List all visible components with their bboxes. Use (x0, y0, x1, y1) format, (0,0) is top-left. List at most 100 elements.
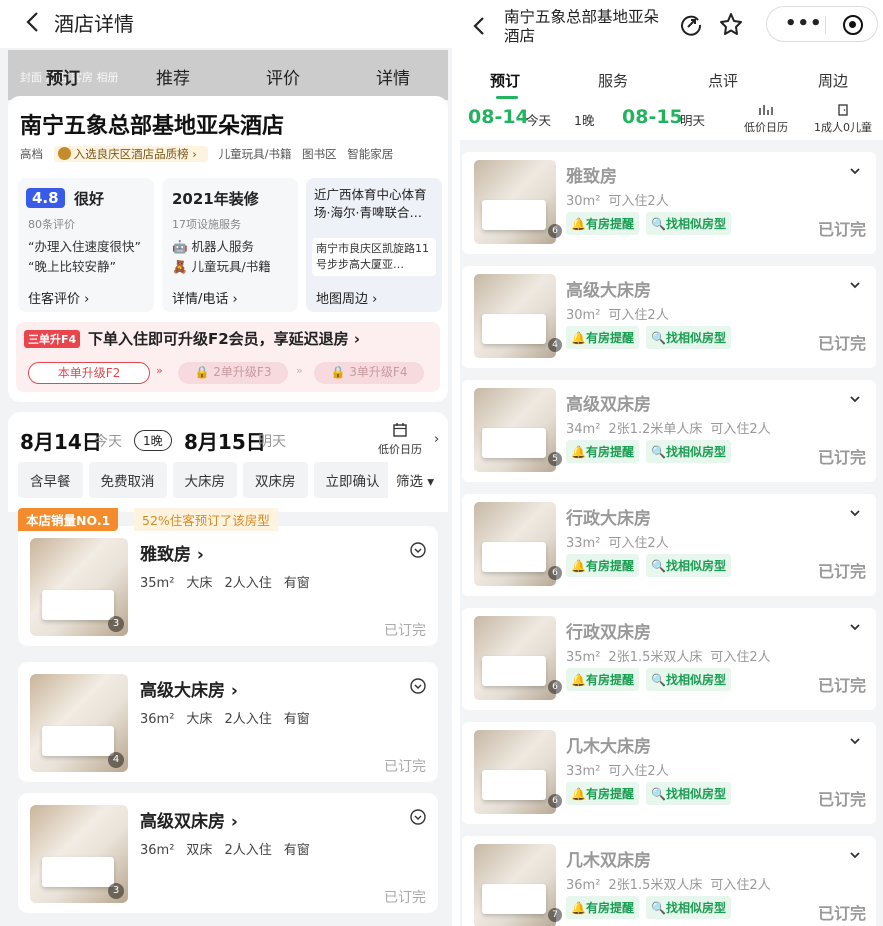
tab-details[interactable]: 详情 (376, 64, 410, 89)
price-calendar-button[interactable]: 低价日历 (378, 422, 422, 457)
similar-rooms-tag[interactable]: 🔍找相似房型 (646, 668, 731, 691)
notify-tag[interactable]: 🔔有房提醒 (566, 554, 639, 577)
checkout-date[interactable]: 8月15日 (184, 426, 266, 455)
tab-reviews[interactable]: 评价 (266, 64, 300, 89)
location-summary[interactable]: 近广西体育中心体育场·海尔·青啤联合… 南宁市良庆区凯旋路11号步步高大厦亚… … (306, 178, 442, 312)
reviews-link[interactable]: 住客评价 › (28, 288, 89, 307)
tab-recommend[interactable]: 推荐 (156, 64, 190, 89)
room-card[interactable]: 4 高级大床房 30m² 可入住2人 🔔有房提醒 🔍找相似房型 已订完 (462, 266, 876, 368)
checkout-date[interactable]: 08-15 (622, 106, 683, 128)
chip-breakfast[interactable]: 含早餐 (18, 462, 83, 498)
room-card[interactable]: 3 雅致房 › 35m² 大床 2人入住 有窗 已订完 (18, 526, 438, 646)
chevron-down-icon[interactable] (848, 734, 862, 748)
price-calendar-button[interactable]: 低价日历 (744, 104, 788, 135)
room-area: 36m² (140, 712, 175, 727)
chip-king-bed[interactable]: 大床房 (172, 462, 237, 498)
room-card[interactable]: 6 雅致房 30m² 可入住2人 🔔有房提醒 🔍找相似房型 已订完 (462, 152, 876, 254)
filter-button[interactable]: 筛选 ▾ (388, 462, 443, 498)
room-photo[interactable]: 7 (474, 844, 562, 926)
room-photo[interactable]: 4 (474, 274, 562, 358)
tab-nearby[interactable]: 周边 (818, 70, 848, 91)
chip-free-cancel[interactable]: 免费取消 (88, 462, 167, 498)
tab-bar: 封面 酒店 客房 相册 预订 推荐 评价 详情 (8, 50, 448, 100)
tab-booking[interactable]: 预订 (46, 64, 80, 89)
nights-count: 1晚 (134, 430, 172, 451)
more-icon[interactable]: ••• (785, 13, 823, 34)
room-photo[interactable]: 6 (474, 730, 562, 814)
notify-tag[interactable]: 🔔有房提醒 (566, 440, 639, 463)
room-card[interactable]: 7 几木双床房 36m² 2张1.5米双人床 可入住2人 🔔有房提醒 🔍找相似房型 … (462, 836, 876, 926)
chip-twin-bed[interactable]: 双床房 (243, 462, 308, 498)
tab-booking[interactable]: 预订 (490, 70, 520, 91)
room-photo[interactable]: 4 (30, 674, 128, 772)
expand-icon[interactable] (410, 542, 426, 558)
checkin-date[interactable]: 8月14日 (20, 426, 102, 455)
chevron-down-icon[interactable] (848, 278, 862, 292)
room-card[interactable]: 3 高级双床房 › 36m² 双床 2人入住 有窗 已订完 (18, 793, 438, 913)
room-photo[interactable]: 6 (474, 502, 562, 586)
notify-tag[interactable]: 🔔有房提醒 (566, 668, 639, 691)
chevron-down-icon[interactable] (848, 392, 862, 406)
similar-rooms-tag[interactable]: 🔍找相似房型 (646, 782, 731, 805)
room-card[interactable]: 6 几木大床房 33m² 可入住2人 🔔有房提醒 🔍找相似房型 已订完 (462, 722, 876, 824)
hotel-name: 南宁五象总部基地亚朵酒店 (20, 114, 285, 139)
notify-tag-label: 有房提醒 (585, 673, 634, 687)
upgrade-step-3-label: 3单升级F4 (349, 365, 408, 379)
filter-chips: 含早餐 免费取消 大床房 双床房 立即确认 (18, 462, 398, 498)
room-area: 30m² (566, 308, 601, 323)
room-card[interactable]: 6 行政大床房 33m² 可入住2人 🔔有房提醒 🔍找相似房型 已订完 (462, 494, 876, 596)
checkin-date[interactable]: 08-14 (468, 106, 529, 128)
photo-count: 6 (548, 224, 562, 238)
notify-tag[interactable]: 🔔有房提醒 (566, 326, 639, 349)
map-link[interactable]: 地图周边 › (316, 288, 377, 307)
similar-rooms-tag[interactable]: 🔍找相似房型 (646, 212, 731, 235)
hotel-tags: 高档 入选良庆区酒店品质榜 › 儿童玩具/书籍 图书区 智能家居 (20, 146, 400, 162)
similar-rooms-tag[interactable]: 🔍找相似房型 (646, 896, 731, 919)
facility-summary[interactable]: 2021年装修 17项设施服务 🤖 机器人服务 🧸 儿童玩具/书籍 详情/电话 … (162, 178, 298, 312)
share-icon[interactable] (676, 10, 706, 40)
room-card[interactable]: 6 行政双床房 35m² 2张1.5米双人床 可入住2人 🔔有房提醒 🔍找相似房型 … (462, 608, 876, 710)
similar-rooms-tag[interactable]: 🔍找相似房型 (646, 554, 731, 577)
close-miniapp-icon[interactable] (843, 15, 863, 35)
favorite-star-icon[interactable] (716, 10, 746, 40)
back-icon[interactable] (466, 12, 494, 40)
renovation-year: 2021年装修 (172, 190, 259, 208)
calendar-label: 低价日历 (378, 443, 422, 456)
chevron-down-icon[interactable] (848, 848, 862, 862)
rank-badge[interactable]: 入选良庆区酒店品质榜 › (53, 146, 208, 162)
review-summary[interactable]: 4.8 很好 80条评价 “办理入住速度很快” “晚上比较安静” 住客评价 › (18, 178, 154, 312)
chevron-down-icon[interactable] (848, 164, 862, 178)
room-photo[interactable]: 5 (474, 388, 562, 472)
room-name: 高级大床房 › (140, 681, 238, 701)
room-specs: 30m² 可入住2人 (566, 304, 677, 323)
room-specs: 30m² 可入住2人 (566, 190, 677, 209)
room-photo[interactable]: 3 (30, 805, 128, 903)
chip-instant-confirm[interactable]: 立即确认 (313, 462, 392, 498)
similar-rooms-tag[interactable]: 🔍找相似房型 (646, 326, 731, 349)
checkin-day: 今天 (526, 113, 552, 128)
tab-reviews[interactable]: 点评 (708, 70, 738, 91)
notify-tag[interactable]: 🔔有房提醒 (566, 782, 639, 805)
expand-icon[interactable] (410, 809, 426, 825)
room-guests: 可入住2人 (710, 422, 771, 437)
promo-text: 下单入住即可升级F2会员，享延迟退房 › (88, 330, 361, 348)
notify-tag[interactable]: 🔔有房提醒 (566, 896, 639, 919)
room-area: 33m² (566, 536, 601, 551)
chevron-down-icon[interactable] (848, 620, 862, 634)
room-bed: 大床 (186, 712, 213, 727)
tab-service[interactable]: 服务 (598, 70, 628, 91)
similar-rooms-tag[interactable]: 🔍找相似房型 (646, 440, 731, 463)
details-link[interactable]: 详情/电话 › (172, 288, 238, 307)
back-icon[interactable] (20, 8, 48, 36)
room-card[interactable]: 5 高级双床房 34m² 2张1.2米单人床 可入住2人 🔔有房提醒 🔍找相似房型 … (462, 380, 876, 482)
expand-icon[interactable] (410, 678, 426, 694)
room-photo[interactable]: 6 (474, 160, 562, 244)
room-photo[interactable]: 3 (30, 538, 128, 636)
room-card[interactable]: 4 高级大床房 › 36m² 大床 2人入住 有窗 已订完 (18, 662, 438, 782)
guest-selector[interactable]: 1成人0儿童 (814, 104, 872, 135)
chevron-down-icon[interactable] (848, 506, 862, 520)
room-photo[interactable]: 6 (474, 616, 562, 700)
membership-promo[interactable]: 三单升F4 下单入住即可升级F2会员，享延迟退房 › 本单升级F2 » 🔒 2单… (16, 322, 440, 392)
notify-tag[interactable]: 🔔有房提醒 (566, 212, 639, 235)
facility-tag: 智能家居 (347, 147, 394, 161)
